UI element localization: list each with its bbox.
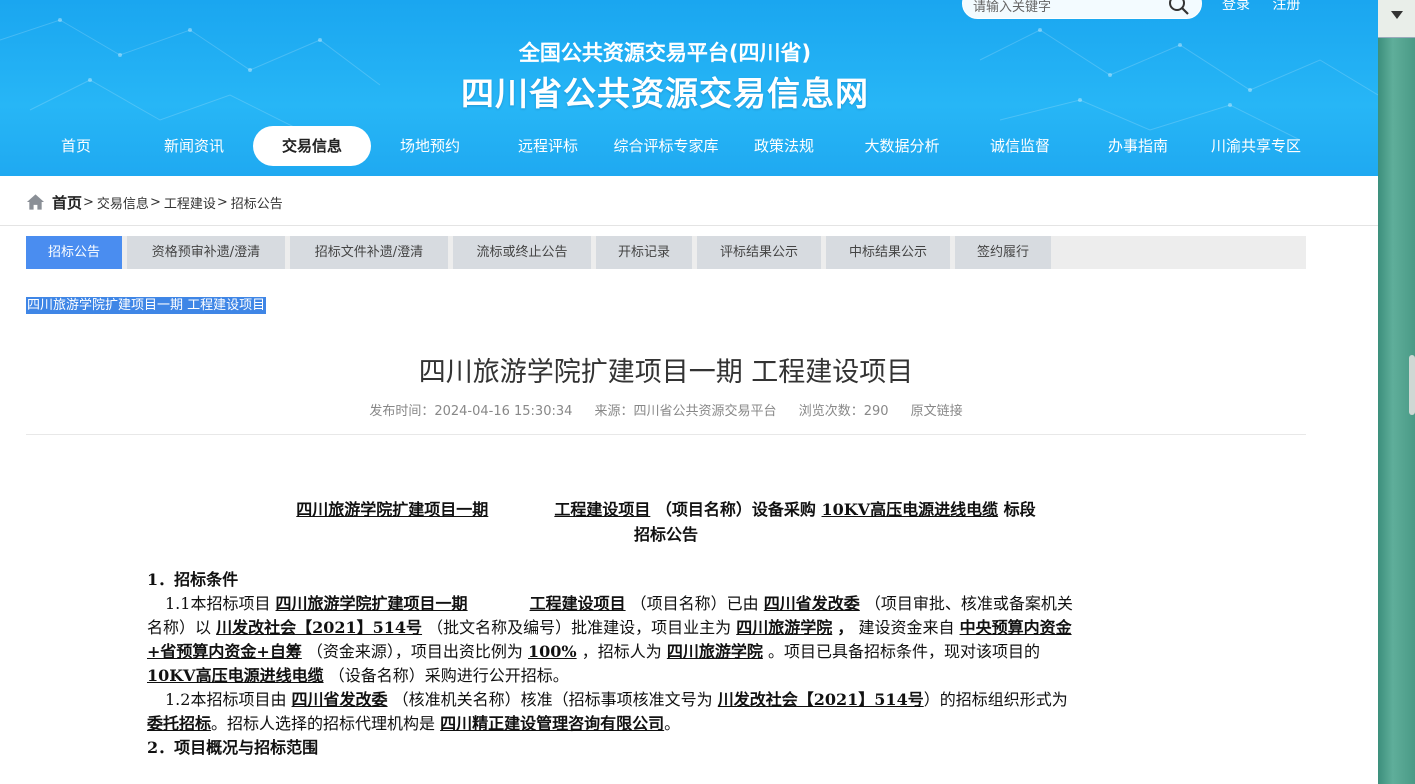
breadcrumb-trade-info[interactable]: 交易信息 — [97, 193, 149, 212]
paragraph-line: 委托招标。招标人选择的招标代理机构是 四川精正建设管理咨询有限公司。 — [147, 713, 680, 735]
article-title: 四川旅游学院扩建项目一期 工程建设项目 — [418, 357, 914, 388]
search-icon[interactable] — [1167, 0, 1191, 17]
nav-item-remote-review[interactable]: 远程评标 — [489, 126, 607, 166]
tab-bid-opening-record[interactable]: 开标记录 — [596, 236, 692, 269]
register-link[interactable]: 注册 — [1272, 0, 1300, 13]
article-meta: 发布时间：2024-04-16 15:30:34 来源：四川省公共资源交易平台 … — [26, 400, 1306, 419]
doc-equipment-name: 10KV高压电源进线电缆 — [821, 500, 999, 519]
tab-contract-performance[interactable]: 签约履行 — [955, 236, 1051, 269]
text: ， — [837, 618, 854, 637]
nav-item-credit[interactable]: 诚信监督 — [961, 126, 1079, 166]
text: （核准机关名称）核准（招标事项核准文号为 — [392, 690, 713, 709]
notice-type-tabs: 招标公告 资格预审补遗/澄清 招标文件补遗/澄清 流标或终止公告 开标记录 评标… — [26, 236, 1306, 269]
article-divider — [26, 434, 1306, 435]
breadcrumb-divider — [0, 225, 1378, 226]
nav-item-big-data[interactable]: 大数据分析 — [843, 126, 961, 166]
view-count: 浏览次数：290 — [798, 404, 889, 419]
tab-prequal-clarification[interactable]: 资格预审补遗/澄清 — [127, 236, 285, 269]
text: 1.2本招标项目由 — [165, 690, 287, 709]
scroll-up-button[interactable] — [1378, 0, 1415, 38]
tab-evaluation-result[interactable]: 评标结果公示 — [697, 236, 821, 269]
tab-failed-or-terminated[interactable]: 流标或终止公告 — [453, 236, 591, 269]
tab-award-result[interactable]: 中标结果公示 — [826, 236, 950, 269]
text: 名称）以 — [147, 618, 212, 637]
doc-tenderer: 四川旅游学院 — [666, 642, 763, 661]
paragraph-line: 名称）以 川发改社会【2021】514号 （批文名称及编号）批准建设，项目业主为… — [147, 617, 1072, 639]
selected-project-link[interactable]: 四川旅游学院扩建项目一期 工程建设项目 — [26, 297, 267, 314]
login-link[interactable]: 登录 — [1222, 0, 1250, 13]
tab-tender-notice[interactable]: 招标公告 — [26, 236, 122, 269]
doc-fund-source: 中央预算内资金 — [959, 618, 1072, 637]
doc-approval-number: 川发改社会【2021】514号 — [717, 690, 924, 709]
doc-funding-ratio: 100% — [528, 642, 577, 661]
site-title: 四川省公共资源交易信息网 — [461, 74, 869, 113]
text: ）的招标组织形式为 — [923, 690, 1068, 709]
doc-project-type: 工程建设项目 — [529, 594, 626, 613]
site-subtitle: 全国公共资源交易平台(四川省) — [518, 41, 812, 65]
text: 建设资金来自 — [858, 618, 955, 637]
doc-heading-label: 标段 — [1003, 500, 1036, 519]
text: （设备名称）采购进行公开招标。 — [328, 666, 569, 685]
doc-approver: 四川省发改委 — [763, 594, 860, 613]
source: 来源：四川省公共资源交易平台 — [594, 404, 777, 419]
text: 。 — [664, 714, 681, 733]
nav-item-news[interactable]: 新闻资讯 — [135, 126, 253, 166]
section-2-title: 2．项目概况与招标范围 — [147, 738, 319, 757]
doc-project-type: 工程建设项目 — [554, 500, 651, 519]
paragraph-line: 10KV高压电源进线电缆 （设备名称）采购进行公开招标。 — [147, 665, 569, 687]
breadcrumb-separator: > — [216, 194, 228, 210]
breadcrumb: 首页 > 交易信息 > 工程建设 > 招标公告 — [26, 192, 283, 212]
breadcrumb-home[interactable]: 首页 — [52, 192, 82, 213]
breadcrumb-separator: > — [149, 194, 161, 210]
nav-item-sichuan-chongqing[interactable]: 川渝共享专区 — [1197, 126, 1315, 166]
top-links: 登录 注册 — [1222, 0, 1318, 14]
doc-equipment-name: 10KV高压电源进线电缆 — [147, 666, 324, 685]
doc-fund-source: +省预算内资金+自筹 — [147, 642, 302, 661]
text: （批文名称及编号）批准建设，项目业主为 — [427, 618, 732, 637]
breadcrumb-construction[interactable]: 工程建设 — [164, 193, 216, 212]
document-heading: 四川旅游学院扩建项目一期 工程建设项目 （项目名称）设备采购 10KV高压电源进线… — [26, 496, 1306, 520]
search-input[interactable] — [973, 0, 1163, 17]
text: ，招标人为 — [581, 642, 662, 661]
breadcrumb-separator: > — [83, 194, 94, 210]
nav-item-guide[interactable]: 办事指南 — [1079, 126, 1197, 166]
tab-tender-doc-clarification[interactable]: 招标文件补遗/澄清 — [290, 236, 448, 269]
text: 。招标人选择的招标代理机构是 — [211, 714, 436, 733]
paragraph-line: +省预算内资金+自筹 （资金来源），项目出资比例为 100% ，招标人为 四川旅… — [147, 641, 1040, 663]
breadcrumb-tender-notice[interactable]: 招标公告 — [231, 193, 283, 212]
publish-time: 发布时间：2024-04-16 15:30:34 — [369, 404, 573, 419]
paragraph-line: 1.1本招标项目 四川旅游学院扩建项目一期 工程建设项目 （项目名称）已由 四川省… — [147, 593, 1073, 615]
doc-project-name: 四川旅游学院扩建项目一期 — [296, 500, 489, 519]
search-box[interactable] — [962, 0, 1202, 19]
nav-item-policy[interactable]: 政策法规 — [725, 126, 843, 166]
text: （项目审批、核准或备案机关 — [864, 594, 1073, 613]
text: （资金来源），项目出资比例为 — [306, 642, 523, 661]
chevron-down-icon — [1391, 11, 1403, 19]
doc-approval-number: 川发改社会【2021】514号 — [216, 618, 423, 637]
text: 1.1本招标项目 — [165, 594, 271, 613]
paragraph-line: 1.2本招标项目由 四川省发改委 （核准机关名称）核准（招标事项核准文号为 川发… — [147, 689, 1068, 711]
nav-item-venue-booking[interactable]: 场地预约 — [371, 126, 489, 166]
doc-owner: 四川旅游学院 — [736, 618, 833, 637]
doc-approver: 四川省发改委 — [291, 690, 388, 709]
text: （项目名称）已由 — [630, 594, 759, 613]
doc-tender-form: 委托招标 — [147, 714, 212, 733]
doc-project-name: 四川旅游学院扩建项目一期 — [275, 594, 468, 613]
text: 。项目已具备招标条件，现对该项目的 — [767, 642, 1040, 661]
home-icon — [26, 194, 45, 210]
original-link[interactable]: 原文链接 — [911, 404, 963, 419]
nav-item-home[interactable]: 首页 — [17, 126, 135, 166]
nav-item-trade-info[interactable]: 交易信息 — [253, 126, 371, 166]
nav-item-expert-pool[interactable]: 综合评标专家库 — [607, 126, 725, 166]
document-subheading: 招标公告 — [633, 525, 698, 544]
window-scrollbar[interactable] — [1378, 0, 1415, 784]
scroll-thumb[interactable] — [1409, 355, 1415, 415]
section-1-title: 1．招标条件 — [147, 570, 239, 589]
site-header: 登录 注册 全国公共资源交易平台(四川省) 四川省公共资源交易信息网 首页 新闻… — [0, 0, 1378, 176]
doc-agency: 四川精正建设管理咨询有限公司 — [440, 714, 665, 733]
doc-heading-label: （项目名称）设备采购 — [655, 500, 816, 519]
